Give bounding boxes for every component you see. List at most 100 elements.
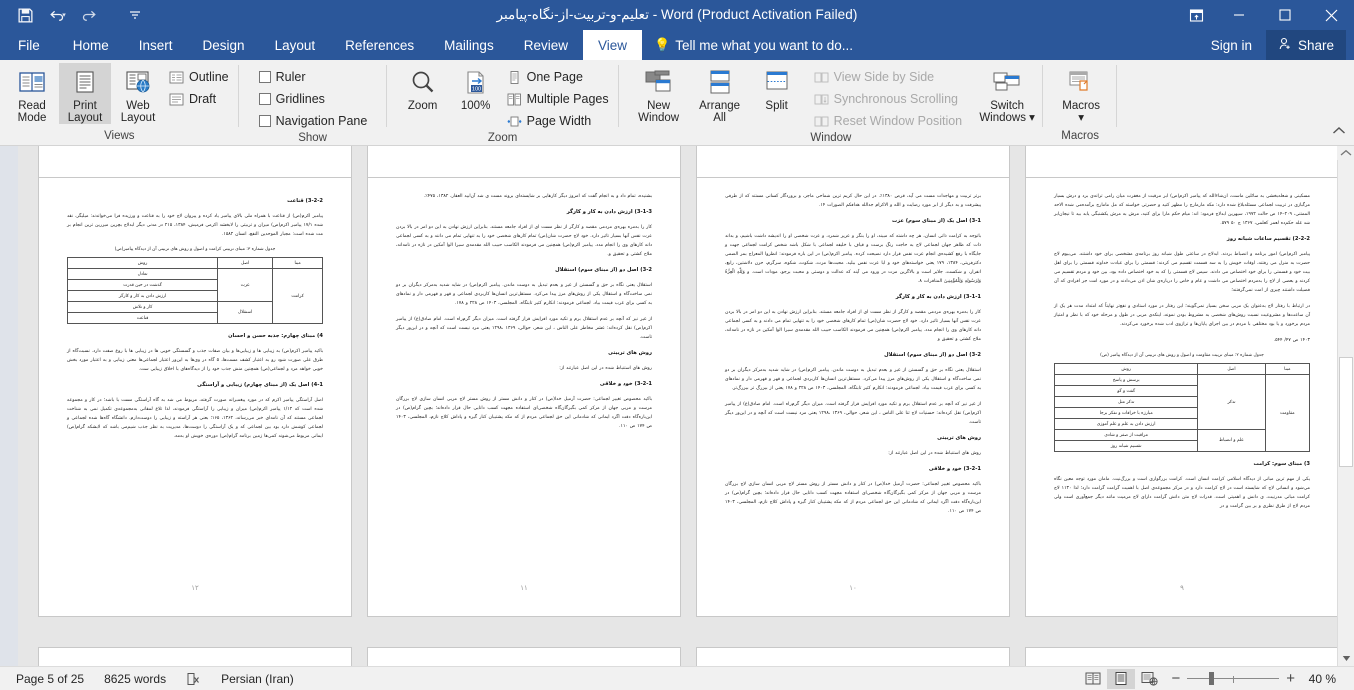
maximize-icon[interactable]	[1262, 0, 1308, 30]
undo-icon[interactable]: ▾	[42, 2, 72, 28]
tab-layout[interactable]: Layout	[260, 30, 331, 60]
pages-viewport[interactable]: ۱۶ ۱۵ ۱۴ ۱۳ 3-2-2) قناعت پیامبر اکرم(ص) …	[18, 146, 1337, 666]
language-indicator[interactable]: Persian (Iran)	[211, 672, 304, 686]
quick-access-toolbar: ▾	[0, 2, 150, 28]
page-10[interactable]: برتر تربیت و مهاجدات مست می آید، قرص ۱۳۸…	[696, 177, 1010, 617]
multiple-pages-button[interactable]: Multiple Pages	[503, 89, 613, 109]
document-title: تعلیم-و-تربیت-از-نگاه-پیامبر - Word (Pro…	[496, 7, 858, 22]
web-layout-button[interactable]: Web Layout	[112, 63, 164, 124]
paragraph: باکید محصوص تغییر لجماعی: حضرت آرمیل خدا…	[396, 397, 652, 429]
minimize-icon[interactable]	[1216, 0, 1262, 30]
web-layout-icon	[124, 66, 152, 100]
scrollbar-thumb[interactable]	[1339, 357, 1353, 467]
draft-label: Draft	[189, 92, 217, 106]
group-label-zoom: Zoom	[487, 132, 518, 144]
print-layout-label: Print Layout	[67, 100, 103, 124]
gridlines-checkbox[interactable]	[258, 93, 271, 105]
print-layout-view-icon[interactable]	[1107, 668, 1136, 689]
outline-button[interactable]: Outline	[165, 67, 233, 87]
scroll-down-arrow-icon[interactable]	[1338, 650, 1354, 666]
document-canvas[interactable]: ۱۶ ۱۵ ۱۴ ۱۳ 3-2-2) قناعت پیامبر اکرم(ص) …	[0, 146, 1354, 666]
arrange-all-button[interactable]: Arrange All	[690, 63, 750, 124]
macros-button[interactable]: Macros ▾	[1051, 63, 1111, 124]
page-thumbnail[interactable]	[367, 647, 681, 666]
ruler-checkbox[interactable]	[258, 71, 271, 83]
zoom-button[interactable]: Zoom	[397, 63, 449, 112]
tab-review[interactable]: Review	[509, 30, 583, 60]
undo-dropdown-caret-icon[interactable]: ▾	[62, 11, 66, 19]
zoom-percentage[interactable]: 40 %	[1302, 672, 1340, 686]
td-asl: استقلال	[217, 301, 274, 324]
page-thumbnail[interactable]	[38, 647, 352, 666]
td-ravesh: تقسیم شبانه روز	[1053, 440, 1199, 452]
tab-design[interactable]: Design	[188, 30, 260, 60]
ruler-checkbox-row[interactable]: Ruler	[255, 67, 372, 87]
sign-in-button[interactable]: Sign in	[1199, 30, 1264, 60]
reset-window-position-button: Reset Window Position	[810, 111, 967, 131]
proofing-errors-icon[interactable]	[176, 672, 211, 686]
heading: 3-2) اصل دو (از مبنای سوم) استقلال	[555, 267, 652, 273]
page-thumbnail[interactable]	[1025, 647, 1337, 666]
paragraph: باتوجه به کرامت ذاتی انسان، هر چه داشته …	[725, 234, 981, 284]
vertical-scrollbar[interactable]	[1337, 146, 1354, 666]
outline-icon	[169, 70, 184, 85]
navigation-pane-checkbox-row[interactable]: Navigation Pane	[255, 111, 372, 131]
tell-me-search[interactable]: 💡 Tell me what you want to do...	[642, 30, 865, 60]
scrollbar-track[interactable]	[1338, 162, 1354, 650]
zoom-label: Zoom	[407, 100, 438, 112]
switch-windows-button[interactable]: Switch Windows ▾	[977, 63, 1037, 124]
td-asl: عزت	[217, 268, 274, 302]
zoom-out-button[interactable]: −	[1171, 671, 1180, 686]
zoom-slider-knob[interactable]	[1209, 672, 1215, 685]
word-count[interactable]: 8625 words	[94, 672, 176, 686]
tab-references[interactable]: References	[330, 30, 429, 60]
paragraph: بشنیده، تمام داد و به انجام گفت که امروز…	[423, 194, 652, 199]
page-11[interactable]: بشنیده، تمام داد و به انجام گفت که امروز…	[367, 177, 681, 617]
new-window-button[interactable]: New Window	[629, 63, 689, 124]
ribbon-group-macros: Macros ▾ Macros	[1043, 60, 1118, 145]
collapse-ribbon-icon[interactable]	[1332, 123, 1346, 141]
split-button[interactable]: Split	[751, 63, 803, 112]
status-bar: Page 5 of 25 8625 words Persian (Iran) −	[0, 666, 1354, 690]
web-layout-view-icon[interactable]	[1135, 669, 1163, 689]
page-indicator[interactable]: Page 5 of 25	[6, 672, 94, 686]
customize-qat-icon[interactable]	[120, 2, 150, 28]
tab-view[interactable]: View	[582, 30, 642, 60]
page-row-current: 3-2-2) قناعت پیامبر اکرم(ص) از قناعت با …	[18, 177, 1337, 617]
close-icon[interactable]	[1308, 0, 1354, 30]
page-11-content: بشنیده، تمام داد و به انجام گفت که امروز…	[396, 192, 652, 590]
page-thumbnail[interactable]	[696, 647, 1010, 666]
paragraph: یکی از مهم ترین مبانی از دیدگاه اسلامی ک…	[1054, 477, 1310, 509]
page-width-button[interactable]: Page Width	[503, 111, 613, 131]
page-12[interactable]: 3-2-2) قناعت پیامبر اکرم(ص) از قناعت با …	[38, 177, 352, 617]
draft-button[interactable]: Draft	[165, 89, 233, 109]
share-person-icon	[1278, 37, 1292, 54]
zoom-control[interactable]: − + 40 %	[1163, 671, 1348, 686]
read-mode-view-icon[interactable]	[1079, 669, 1107, 689]
synchronous-scrolling-label: Synchronous Scrolling	[833, 92, 958, 106]
magnifier-icon	[408, 66, 438, 100]
ribbon-display-options-icon[interactable]	[1176, 0, 1216, 30]
navigation-pane-checkbox[interactable]	[258, 115, 271, 127]
one-page-button[interactable]: One Page	[503, 67, 613, 87]
redo-icon[interactable]	[74, 2, 104, 28]
page-9[interactable]: مسکینی و شعله‌بخشی به سائلین ماست، ان‌شا…	[1025, 177, 1337, 617]
zoom-slider[interactable]	[1187, 672, 1280, 686]
share-button[interactable]: Share	[1265, 30, 1346, 60]
tab-mailings[interactable]: Mailings	[429, 30, 509, 60]
tab-insert[interactable]: Insert	[124, 30, 188, 60]
print-layout-button[interactable]: Print Layout	[59, 63, 111, 124]
tab-file[interactable]: File	[0, 30, 58, 60]
zoom-100-button[interactable]: 100 100%	[450, 63, 502, 112]
tab-home[interactable]: Home	[58, 30, 124, 60]
save-icon[interactable]	[10, 2, 40, 28]
read-mode-button[interactable]: Read Mode	[6, 63, 58, 124]
gridlines-checkbox-row[interactable]: Gridlines	[255, 89, 372, 109]
paragraph: ۱۴۰۳ ص ۴۷/ ۵۴۴.	[1273, 338, 1310, 343]
td-ravesh: تذکر مثل	[1053, 396, 1199, 408]
one-page-icon	[507, 70, 522, 85]
paragraph: از غیر نیز که آنچه بر عدم استقلال برم و …	[396, 317, 652, 340]
synchronous-scrolling-button: Synchronous Scrolling	[810, 89, 967, 109]
paragraph: روش های استنباط شده در این اصل عبارتند ا…	[559, 366, 652, 371]
zoom-in-button[interactable]: +	[1286, 671, 1295, 686]
